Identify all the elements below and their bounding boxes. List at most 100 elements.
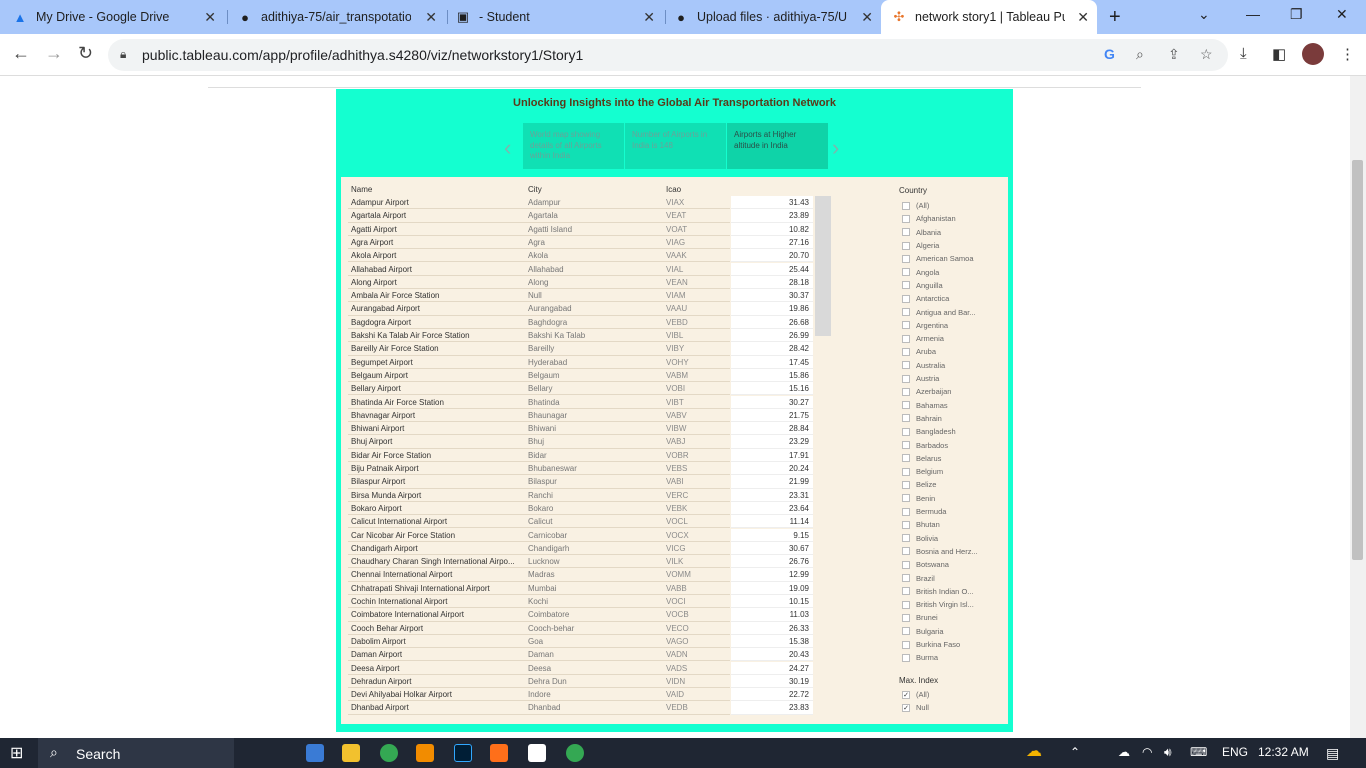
taskbar-search[interactable]: ⌕ Search xyxy=(38,738,234,768)
table-row[interactable]: Calicut International Airport Calicut VOCL xyxy=(348,515,730,529)
checked-checkbox[interactable]: ✓ xyxy=(902,703,910,712)
country-filter-item[interactable]: Armenia xyxy=(902,332,944,345)
checkbox[interactable] xyxy=(902,347,910,356)
table-row[interactable]: Deesa Airport Deesa VADS xyxy=(348,662,730,675)
table-row[interactable]: Chandigarh Airport Chandigarh VICG xyxy=(348,542,730,556)
table-row[interactable]: Bhatinda Air Force Station Bhatinda VIBT xyxy=(348,396,730,409)
checkbox[interactable] xyxy=(902,308,910,317)
close-icon[interactable]: ✕ xyxy=(861,9,873,26)
checkbox[interactable] xyxy=(902,241,910,250)
checkbox[interactable] xyxy=(902,441,910,450)
country-filter-item[interactable]: Belize xyxy=(902,478,936,491)
lock-icon[interactable]: 🔒︎ xyxy=(120,47,126,62)
close-icon[interactable]: ✕ xyxy=(204,9,216,26)
forward-icon[interactable]: → xyxy=(45,43,63,64)
desktop-app-icon[interactable] xyxy=(306,744,324,762)
url-text[interactable]: public.tableau.com/app/profile/adhithya.… xyxy=(142,47,583,63)
tab-github-air[interactable]: ● adithiya-75/air_transpotation ✕ xyxy=(237,0,445,34)
omnibox[interactable]: 🔒︎ public.tableau.com/app/profile/adhith… xyxy=(108,39,1228,71)
checkbox[interactable] xyxy=(902,560,910,569)
checkbox[interactable] xyxy=(902,467,910,476)
checkbox[interactable] xyxy=(902,454,910,463)
checkbox[interactable] xyxy=(902,254,910,263)
close-icon[interactable]: ✕ xyxy=(1077,9,1089,26)
table-row[interactable]: Bhuj Airport Bhuj VABJ xyxy=(348,435,730,449)
minimize-icon[interactable]: — xyxy=(1246,6,1260,22)
checkbox[interactable] xyxy=(902,201,910,210)
wifi-icon[interactable]: ◠ xyxy=(1142,745,1152,759)
back-icon[interactable]: ← xyxy=(12,43,30,64)
table-row[interactable]: Agra Airport Agra VIAG xyxy=(348,236,730,250)
file-explorer-icon[interactable] xyxy=(342,744,360,762)
share-icon[interactable]: ⇪ xyxy=(1168,46,1180,63)
checkbox[interactable] xyxy=(902,600,910,609)
table-row[interactable]: Biju Patnaik Airport Bhubaneswar VEBS xyxy=(348,462,730,476)
table-row[interactable]: Agartala Airport Agartala VEAT xyxy=(348,209,730,223)
table-row[interactable]: Birsa Munda Airport Ranchi VERC xyxy=(348,489,730,502)
table-row[interactable]: Bidar Air Force Station Bidar VOBR xyxy=(348,449,730,462)
checkbox[interactable] xyxy=(902,627,910,636)
side-panel-icon[interactable]: ◧ xyxy=(1272,45,1286,63)
close-window-icon[interactable]: ✕ xyxy=(1336,6,1348,23)
table-row[interactable]: Coimbatore International Airport Coimbato… xyxy=(348,608,730,622)
story-point-2[interactable]: Number of Airports in India is 148 xyxy=(625,123,726,169)
checkbox[interactable] xyxy=(902,321,910,330)
table-row[interactable]: Bokaro Airport Bokaro VEBK xyxy=(348,502,730,516)
table-row[interactable]: Bagdogra Airport Baghdogra VEBD xyxy=(348,316,730,329)
table-row[interactable]: Bellary Airport Bellary VOBI xyxy=(348,382,730,396)
country-filter-item[interactable]: Bosnia and Herz... xyxy=(902,545,978,558)
table-row[interactable]: Chaudhary Charan Singh International Air… xyxy=(348,555,730,569)
country-filter-item[interactable]: Bangladesh xyxy=(902,425,956,438)
table-row[interactable]: Daman Airport Daman VADN xyxy=(348,648,730,662)
country-filter-item[interactable]: Antarctica xyxy=(902,292,949,305)
table-row[interactable]: Ambala Air Force Station Null VIAM xyxy=(348,289,730,303)
next-story-point-icon[interactable]: › xyxy=(832,135,839,161)
country-filter-item[interactable]: Azerbaijan xyxy=(902,385,951,398)
table-row[interactable]: Dabolim Airport Goa VAGO xyxy=(348,635,730,649)
country-filter-item[interactable]: Bahamas xyxy=(902,399,948,412)
checkbox[interactable] xyxy=(902,414,910,423)
google-icon[interactable]: G xyxy=(1104,46,1115,62)
table-row[interactable]: Agatti Airport Agatti Island VOAT xyxy=(348,223,730,236)
table-row[interactable]: Aurangabad Airport Aurangabad VAAU xyxy=(348,302,730,316)
country-filter-item[interactable]: Brazil xyxy=(902,571,935,584)
table-row[interactable]: Allahabad Airport Allahabad VIAL xyxy=(348,263,730,276)
max-index-filter-item[interactable]: ✓ (All) xyxy=(902,688,929,701)
checkbox[interactable] xyxy=(902,520,910,529)
country-filter-item[interactable]: Bhutan xyxy=(902,518,940,531)
checkbox[interactable] xyxy=(902,653,910,662)
table-row[interactable]: Along Airport Along VEAN xyxy=(348,276,730,290)
checkbox[interactable] xyxy=(902,587,910,596)
reload-icon[interactable]: ↻ xyxy=(78,43,93,64)
app-icon[interactable] xyxy=(490,744,508,762)
table-row[interactable]: Akola Airport Akola VAAK xyxy=(348,249,730,263)
new-tab-button[interactable]: + xyxy=(1109,6,1121,29)
tab-github-upload[interactable]: ● Upload files · adithiya-75/Ur ✕ xyxy=(673,0,881,34)
country-filter-item[interactable]: Bermuda xyxy=(902,505,946,518)
table-row[interactable]: Belgaum Airport Belgaum VABM xyxy=(348,369,730,383)
chevron-up-icon[interactable]: ⌃ xyxy=(1070,745,1080,759)
zoom-icon[interactable]: ⌕ xyxy=(1136,46,1144,63)
download-icon[interactable]: ⤓ xyxy=(1240,45,1247,62)
vlc-icon[interactable] xyxy=(416,744,434,762)
max-index-filter-item[interactable]: ✓ Null xyxy=(902,701,929,714)
country-filter-item[interactable]: Anguilla xyxy=(902,279,943,292)
country-filter-item[interactable]: Barbados xyxy=(902,438,948,451)
tab-search-chevron-icon[interactable]: ⌄ xyxy=(1198,6,1210,23)
checkbox[interactable] xyxy=(902,574,910,583)
checkbox[interactable] xyxy=(902,494,910,503)
country-filter-item[interactable]: Burkina Faso xyxy=(902,638,960,651)
chrome-icon[interactable] xyxy=(380,744,398,762)
checkbox[interactable] xyxy=(902,534,910,543)
checkbox[interactable] xyxy=(902,401,910,410)
table-row[interactable]: Chennai International Airport Madras VOMM xyxy=(348,568,730,582)
country-filter-item[interactable]: Burma xyxy=(902,651,938,664)
table-row[interactable]: Car Nicobar Air Force Station Carnicobar V… xyxy=(348,529,730,542)
country-filter-item[interactable]: Algeria xyxy=(902,239,939,252)
checkbox[interactable] xyxy=(902,268,910,277)
tab-tableau[interactable]: ✣ network story1 | Tableau Pul ✕ xyxy=(881,0,1097,34)
country-filter-item[interactable]: Bulgaria xyxy=(902,625,944,638)
col-header-city[interactable]: City xyxy=(528,185,542,194)
checkbox[interactable] xyxy=(902,228,910,237)
table-row[interactable]: Bilaspur Airport Bilaspur VABI xyxy=(348,475,730,489)
